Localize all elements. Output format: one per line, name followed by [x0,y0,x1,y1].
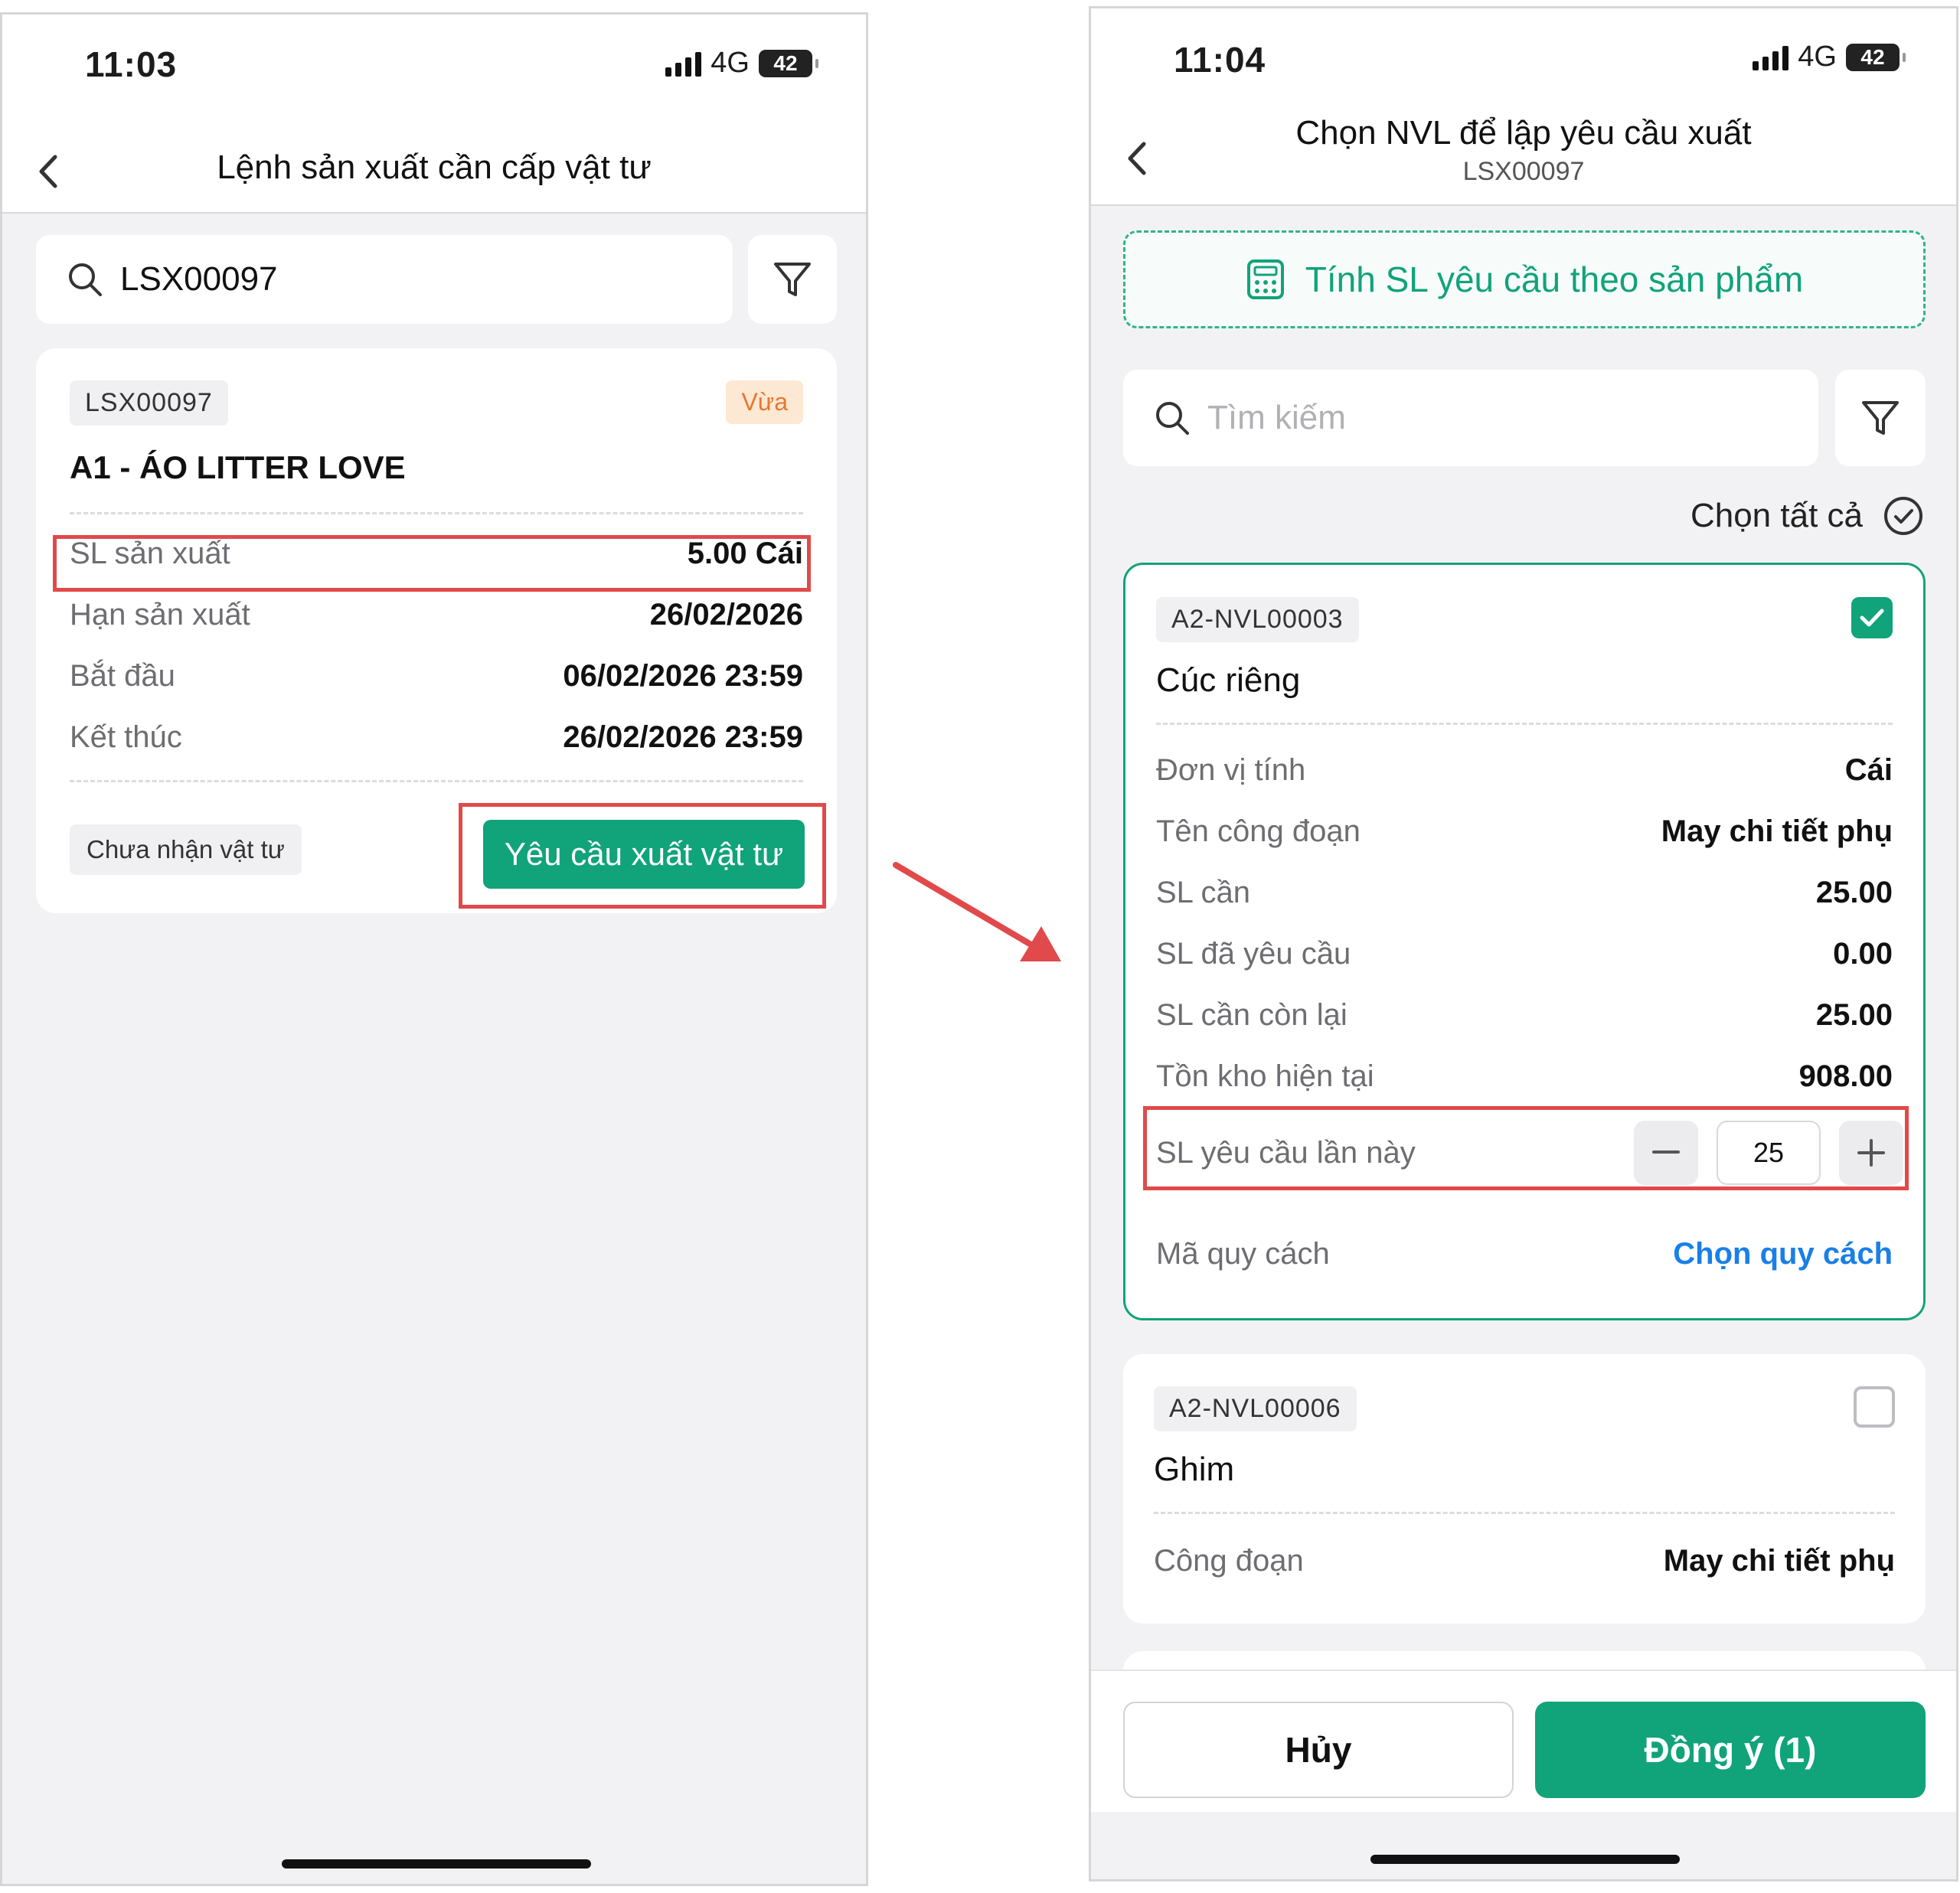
row-value: 25.00 [1815,875,1893,909]
home-indicator [1370,1855,1680,1864]
row-stage: Công đoạn May chi tiết phụ [1154,1539,1895,1582]
transition-arrow-icon [893,862,1061,961]
row-label: Kết thúc [70,720,182,754]
phone-screen-select-materials: 11:04 4G 42 Chọn NVL để lập yêu cầu xuất… [1089,6,1958,1882]
cancel-button[interactable]: Hủy [1123,1702,1514,1798]
row-label: SL cần còn lại [1156,997,1348,1032]
row-label: Hạn sản xuất [70,597,250,632]
choose-spec-link[interactable]: Chọn quy cách [1673,1237,1893,1271]
row-unit: Đơn vị tính Cái [1156,749,1893,791]
calculator-icon [1246,259,1284,299]
material-code: A2-NVL00006 [1154,1386,1357,1431]
row-qty-requested: SL đã yêu cầu 0.00 [1156,932,1893,975]
row-value: 0.00 [1833,936,1893,971]
phone-screen-production-orders: 11:03 4G 42 Lệnh sản xuất cần cấp vật tư… [0,12,868,1886]
row-start: Bắt đầu 06/02/2026 23:59 [70,654,803,697]
highlight-box [53,535,811,592]
row-value: 26/02/2026 [649,597,803,632]
search-value: LSX00097 [120,260,278,298]
divider [70,780,803,782]
filter-button[interactable] [748,235,837,324]
row-value: May chi tiết phụ [1663,1543,1895,1578]
filter-icon [1862,401,1899,435]
select-all-toggle[interactable]: Chọn tất cả [1690,495,1924,537]
signal-icon [665,51,702,77]
page-subtitle: LSX00097 [1462,157,1585,186]
priority-badge: Vừa [726,380,803,424]
nav-bar: Lệnh sản xuất cần cấp vật tư [2,114,866,214]
row-label: Tên công đoạn [1156,814,1361,848]
row-label: Đơn vị tính [1156,752,1306,787]
material-card[interactable]: A2-NVL00003 Cúc riêng Đơn vị tính Cái Tê… [1123,563,1926,1320]
material-name: Cúc riêng [1156,661,1301,699]
filter-icon [774,263,811,296]
row-qty-needed: SL cần 25.00 [1156,871,1893,914]
divider [1154,1512,1895,1514]
material-checkbox[interactable] [1854,1386,1895,1428]
status-time: 11:04 [1174,40,1266,80]
row-label: Tồn kho hiện tại [1156,1059,1374,1093]
order-code: LSX00097 [70,380,228,426]
battery-icon: 42 [759,49,818,77]
search-icon [1154,400,1191,436]
highlight-box [1143,1106,1909,1190]
status-bar: 11:03 4G 42 [2,15,866,129]
page-title: Lệnh sản xuất cần cấp vật tư [217,149,652,186]
check-circle-icon [1884,497,1922,535]
row-stage: Tên công đoạn May chi tiết phụ [1156,810,1893,853]
search-placeholder: Tìm kiếm [1207,399,1346,436]
material-name: Ghim [1154,1451,1235,1488]
divider [1156,723,1893,725]
product-name: A1 - ÁO LITTER LOVE [70,449,406,485]
material-card[interactable]: A2-NVL00006 Ghim Công đoạn May chi tiết … [1123,1354,1926,1624]
search-icon [67,261,103,298]
row-value: 908.00 [1798,1059,1893,1093]
home-indicator [282,1859,591,1869]
status-time: 11:03 [85,44,178,84]
bottom-action-bar: Hủy Đồng ý (1) [1091,1669,1956,1812]
row-qty-remaining: SL cần còn lại 25.00 [1156,994,1893,1036]
select-all-label: Chọn tất cả [1690,497,1863,534]
row-label: Công đoạn [1154,1543,1304,1578]
signal-icon [1753,44,1789,70]
network-label: 4G [710,47,750,79]
row-label: SL cần [1156,875,1251,909]
row-value: 25.00 [1815,997,1893,1032]
row-label: SL đã yêu cầu [1156,936,1351,971]
calculate-label: Tính SL yêu cầu theo sản phẩm [1305,259,1804,299]
network-label: 4G [1798,41,1837,73]
material-checkbox[interactable] [1851,597,1893,638]
nav-bar: Chọn NVL để lập yêu cầu xuất LSX00097 [1091,100,1956,206]
page-title: Chọn NVL để lập yêu cầu xuất [1295,114,1752,152]
row-end: Kết thúc 26/02/2026 23:59 [70,716,803,759]
filter-button[interactable] [1835,370,1926,466]
calculate-by-product-button[interactable]: Tính SL yêu cầu theo sản phẩm [1123,230,1926,328]
confirm-button[interactable]: Đồng ý (1) [1535,1702,1926,1798]
row-value: May chi tiết phụ [1661,814,1893,848]
divider [70,512,803,514]
row-deadline: Hạn sản xuất 26/02/2026 [70,593,803,636]
search-input[interactable]: Tìm kiếm [1123,370,1818,466]
checkmark-icon [1860,609,1884,627]
row-value: 06/02/2026 23:59 [563,658,803,693]
material-status-chip: Chưa nhận vật tư [70,824,302,875]
material-code: A2-NVL00003 [1156,597,1359,642]
row-value: 26/02/2026 23:59 [563,720,803,754]
search-input[interactable]: LSX00097 [36,235,733,324]
battery-icon: 42 [1846,43,1906,71]
highlight-box [459,803,826,909]
spec-label: Mã quy cách [1156,1236,1330,1271]
row-spec: Mã quy cách Chọn quy cách [1156,1232,1893,1275]
row-label: Bắt đầu [70,658,175,693]
row-value: Cái [1844,752,1893,787]
row-stock: Tồn kho hiện tại 908.00 [1156,1055,1893,1098]
